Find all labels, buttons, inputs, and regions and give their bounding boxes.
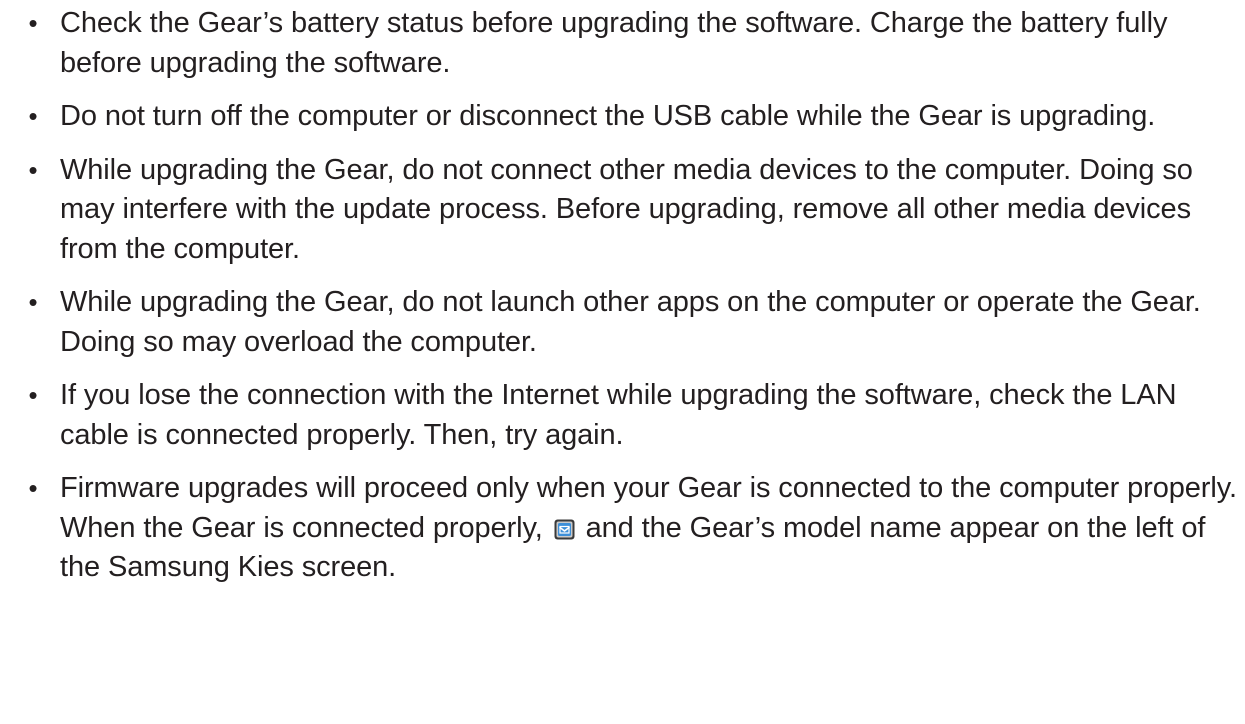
note-battery: • Check the Gear’s battery status before… xyxy=(0,4,1245,83)
note-text: While upgrading the Gear, do not connect… xyxy=(60,153,1193,265)
note-other-apps: • While upgrading the Gear, do not launc… xyxy=(0,283,1245,362)
bullet: • xyxy=(28,380,38,410)
note-media-devices: • While upgrading the Gear, do not conne… xyxy=(0,151,1245,270)
bullet: • xyxy=(28,473,38,503)
note-text: Do not turn off the computer or disconne… xyxy=(60,100,1156,132)
note-text: While upgrading the Gear, do not launch … xyxy=(60,286,1201,358)
note-text: If you lose the connection with the Inte… xyxy=(60,379,1177,451)
note-usb-cable: • Do not turn off the computer or discon… xyxy=(0,97,1245,137)
bullet: • xyxy=(28,101,38,131)
note-firmware-upgrades: • Firmware upgrades will proceed only wh… xyxy=(0,469,1245,588)
notes-list: • Check the Gear’s battery status before… xyxy=(0,4,1245,602)
bullet: • xyxy=(28,154,38,185)
note-text: Check the Gear’s battery status before u… xyxy=(60,7,1168,79)
gear-device-icon xyxy=(554,519,575,539)
bullet: • xyxy=(28,287,38,317)
note-internet-connection: • If you lose the connection with the In… xyxy=(0,376,1245,455)
bullet: • xyxy=(28,8,38,38)
